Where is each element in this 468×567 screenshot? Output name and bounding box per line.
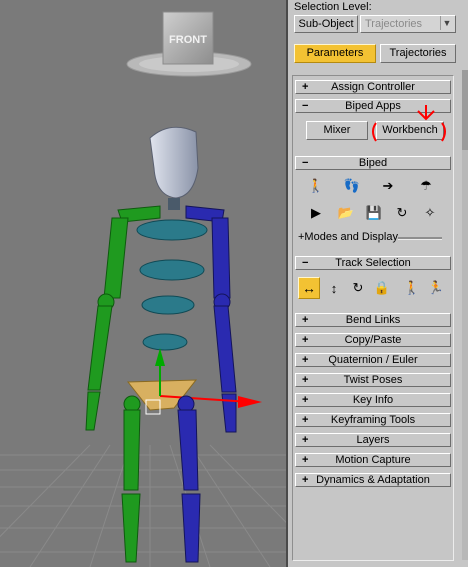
- rollout-key-info[interactable]: + Key Info: [295, 393, 451, 407]
- rollout-bend-links[interactable]: + Bend Links: [295, 313, 451, 327]
- tab-trajectories[interactable]: Trajectories: [380, 44, 456, 63]
- rollout-title: Copy/Paste: [344, 334, 402, 346]
- chevron-down-icon[interactable]: ▼: [440, 16, 453, 30]
- opposite-icon[interactable]: 🏃: [426, 278, 446, 298]
- motion-flow-icon[interactable]: ➔: [378, 176, 398, 196]
- rollout-assign-controller[interactable]: + Assign Controller: [295, 80, 451, 94]
- rollout-title: Motion Capture: [335, 454, 411, 466]
- save-file-icon[interactable]: 💾: [364, 203, 384, 223]
- rollout-title: Twist Poses: [343, 374, 403, 386]
- sub-object-dropdown[interactable]: Trajectories ▼: [360, 15, 456, 33]
- rollout-title: Keyframing Tools: [330, 414, 416, 426]
- rollout-twist-poses[interactable]: + Twist Poses: [295, 373, 451, 387]
- rollout-quaternion-euler[interactable]: + Quaternion / Euler: [295, 353, 451, 367]
- scrollbar-thumb[interactable]: [462, 70, 468, 150]
- open-file-icon[interactable]: 📂: [336, 203, 356, 223]
- load-file-icon[interactable]: ↻: [392, 203, 412, 223]
- biped-spine[interactable]: [136, 219, 208, 351]
- rollout-title: Key Info: [352, 394, 394, 406]
- viewcube-label: FRONT: [169, 34, 207, 46]
- biped-head[interactable]: [149, 126, 199, 210]
- biped-right-leg[interactable]: [121, 395, 141, 563]
- rollout-copy-paste[interactable]: + Copy/Paste: [295, 333, 451, 347]
- viewcube[interactable]: FRONT: [126, 11, 252, 77]
- play-biped-icon[interactable]: ▶: [306, 203, 326, 223]
- biped-pelvis[interactable]: [126, 348, 262, 415]
- sub-object-button[interactable]: Sub-Object: [294, 15, 358, 33]
- sub-object-value: Trajectories: [365, 18, 423, 30]
- rollout-dynamics-adaptation[interactable]: + Dynamics & Adaptation: [295, 473, 451, 487]
- panel-scrollbar[interactable]: [462, 70, 468, 560]
- annotation-marker: [372, 105, 446, 142]
- mixer-button[interactable]: Mixer: [306, 121, 368, 140]
- body-rotation-icon[interactable]: ↻: [348, 278, 368, 298]
- separator-line: [398, 237, 442, 240]
- modes-and-display-toggle[interactable]: +Modes and Display: [298, 231, 398, 243]
- tab-parameters[interactable]: Parameters: [294, 44, 376, 63]
- mixer-mode-icon[interactable]: ☂: [416, 176, 436, 196]
- rollout-biped[interactable]: − Biped: [295, 156, 451, 170]
- rollout-layers[interactable]: + Layers: [295, 433, 451, 447]
- rollout-title: Quaternion / Euler: [328, 354, 418, 366]
- body-vertical-icon[interactable]: ↕: [324, 278, 344, 298]
- body-horizontal-icon[interactable]: ↔: [298, 277, 320, 299]
- lock-cob-icon[interactable]: 🔒: [372, 278, 392, 298]
- rollout-title: Assign Controller: [331, 81, 415, 93]
- rollout-keyframing-tools[interactable]: + Keyframing Tools: [295, 413, 451, 427]
- footsteps-icon[interactable]: 👣: [342, 176, 362, 196]
- selection-level-label: Selection Level:: [294, 1, 372, 13]
- symmetrical-icon[interactable]: 🚶: [402, 278, 422, 298]
- figure-mode-icon[interactable]: 🚶: [306, 176, 326, 196]
- rollout-title: Layers: [356, 434, 390, 446]
- rollout-title: Biped: [358, 157, 388, 169]
- rollout-track-selection[interactable]: − Track Selection: [295, 256, 451, 270]
- viewport-front[interactable]: FRONT: [0, 0, 288, 567]
- rollout-motion-capture[interactable]: + Motion Capture: [295, 453, 451, 467]
- command-panel: Selection Level: Sub-Object Trajectories…: [288, 0, 468, 567]
- ground-grid: [0, 444, 286, 567]
- snap-icon[interactable]: ✧: [420, 203, 440, 223]
- rollout-title: Dynamics & Adaptation: [316, 474, 430, 486]
- viewport-scene: FRONT: [0, 11, 286, 567]
- rollout-title: Bend Links: [345, 314, 401, 326]
- rollout-title: Track Selection: [335, 257, 411, 269]
